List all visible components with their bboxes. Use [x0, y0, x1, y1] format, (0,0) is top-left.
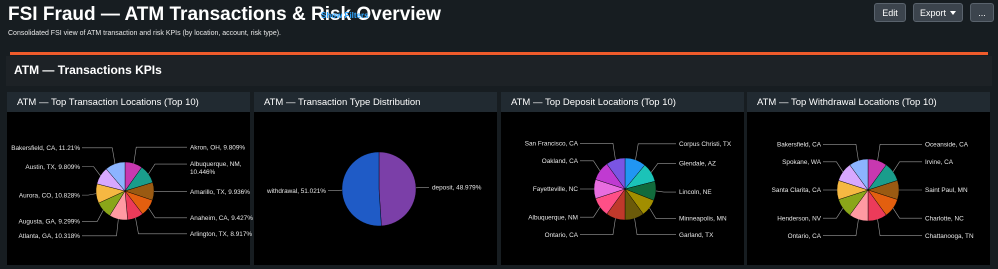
- page-title: FSI Fraud — ATM Transactions & Risk Over…: [8, 4, 441, 25]
- pie-chart-deposit-locations: Corpus Christi, TX Glendale, AZ Lincoln, N…: [525, 141, 732, 239]
- slice-label: Augusta, GA, 9.299%: [19, 219, 81, 226]
- panel-title: ATM — Top Deposit Locations (Top 10): [511, 97, 676, 108]
- label-leader-line: [135, 217, 187, 235]
- label-leader-line: [635, 143, 676, 160]
- panel-title: ATM — Transaction Type Distribution: [264, 97, 421, 108]
- slice-label: Akron, OH, 9.809%: [190, 144, 245, 151]
- panel-header: ATM — Transaction Type Distribution: [254, 92, 497, 112]
- slice-label: Aurora, CO, 10.828%: [19, 192, 80, 199]
- label-leader-line: [823, 144, 859, 161]
- slice-label: Charlotte, NC: [925, 215, 964, 222]
- edit-button-label: Edit: [882, 7, 898, 18]
- slice-label: Garland, TX: [679, 232, 714, 239]
- slice-label: San Francisco, CA: [525, 141, 579, 148]
- export-button[interactable]: Export: [913, 3, 963, 22]
- panel-top-deposit-locations: ATM — Top Deposit Locations (Top 10) Cor…: [501, 92, 744, 265]
- slice-label: Bakersfield, CA: [777, 142, 822, 149]
- pie-slice[interactable]: [378, 151, 417, 227]
- slice-label: withdrawal, 51.021%: [266, 188, 326, 195]
- slice-label: Lincoln, NE: [679, 189, 712, 196]
- slice-label: Corpus Christi, TX: [679, 141, 732, 148]
- slice-label: deposit, 48.979%: [432, 185, 482, 192]
- slice-label: Glendale, AZ: [679, 160, 716, 167]
- label-leader-line: [580, 143, 616, 160]
- label-leader-line: [634, 218, 676, 235]
- label-leader-line: [82, 193, 97, 196]
- label-leader-line: [892, 208, 922, 219]
- panel-header: ATM — Top Withdrawal Locations (Top 10): [747, 92, 990, 112]
- panel-top-transaction-locations: ATM — Top Transaction Locations (Top 10)…: [7, 92, 253, 265]
- slice-label: Bakersfield, CA, 11.21%: [11, 145, 80, 152]
- slice-label: Atlanta, GA, 10.318%: [19, 233, 81, 240]
- slice-label: Austin, TX, 9.809%: [25, 164, 80, 171]
- slice-label: Arlington, TX, 8.917%: [190, 231, 252, 238]
- slice-label: Ontario, CA: [788, 233, 822, 240]
- accent-divider: [10, 52, 988, 55]
- pie-chart-transaction-locations: Akron, OH, 9.809% Albuquerque, NM, 10.446%…: [11, 144, 253, 240]
- panel-top-withdrawal-locations: ATM — Top Withdrawal Locations (Top 10) …: [747, 92, 990, 265]
- slice-label: Santa Clarita, CA: [772, 187, 822, 194]
- section-title: ATM — Transactions KPIs: [14, 63, 162, 77]
- slice-label: Henderson, NV: [777, 215, 821, 222]
- label-leader-line: [148, 163, 187, 175]
- more-actions-button[interactable]: ...: [970, 3, 994, 22]
- caret-down-icon: [950, 10, 956, 15]
- slice-label: Saint Paul, MN: [925, 187, 968, 194]
- label-leader-line: [823, 219, 859, 236]
- label-leader-line: [148, 207, 187, 219]
- section-header: ATM — Transactions KPIs: [6, 56, 992, 86]
- label-leader-line: [580, 160, 601, 171]
- page-subtitle: Consolidated FSI view of ATM transaction…: [8, 30, 281, 37]
- panel-title: ATM — Top Withdrawal Locations (Top 10): [757, 97, 937, 108]
- panel-header: ATM — Top Transaction Locations (Top 10): [7, 92, 250, 112]
- label-leader-line: [823, 161, 844, 172]
- slice-label: Irvine, CA: [925, 159, 954, 166]
- pie-chart-transaction-type: deposit, 48.979% withdrawal, 51.021%: [266, 151, 482, 227]
- pie-chart-withdrawal-locations: Oceanside, CA Irvine, CA Saint Paul, MN Cha…: [772, 142, 974, 240]
- label-leader-line: [650, 162, 676, 173]
- slice-label: Amarillo, TX, 9.936%: [190, 189, 250, 196]
- label-leader-line: [82, 166, 101, 176]
- slice-label: Albuquerque, NM, 10.446%: [190, 161, 242, 176]
- slice-label: Fayetteville, NC: [533, 186, 578, 193]
- label-leader-line: [649, 207, 676, 219]
- label-leader-line: [580, 207, 601, 218]
- slice-label: Spokane, WA: [782, 159, 822, 166]
- label-leader-line: [823, 208, 844, 219]
- slice-label: Anaheim, CA, 9.427%: [190, 215, 253, 222]
- more-actions-label: ...: [978, 7, 986, 18]
- label-leader-line: [892, 161, 922, 172]
- pie-slice[interactable]: [341, 151, 382, 227]
- slice-label: Ontario, CA: [545, 232, 579, 239]
- label-leader-line: [655, 190, 676, 193]
- panel-title: ATM — Top Transaction Locations (Top 10): [17, 97, 199, 108]
- label-leader-line: [580, 218, 616, 235]
- label-leader-line: [133, 146, 187, 164]
- label-leader-line: [877, 144, 922, 161]
- show-filters-link[interactable]: Show Filters: [321, 11, 369, 20]
- slice-label: Chattanooga, TN: [925, 233, 974, 240]
- slice-label: Albuquerque, NM: [528, 214, 578, 221]
- label-leader-line: [82, 210, 104, 222]
- dashboard-header: FSI Fraud — ATM Transactions & Risk Over…: [0, 0, 998, 48]
- panel-header: ATM — Top Deposit Locations (Top 10): [501, 92, 744, 112]
- slice-label: Oceanside, CA: [925, 142, 969, 149]
- edit-button[interactable]: Edit: [874, 3, 906, 22]
- slice-label: Oakland, CA: [542, 158, 579, 165]
- slice-label: Minneapolis, MN: [679, 216, 727, 223]
- label-leader-line: [82, 147, 116, 164]
- export-button-label: Export: [919, 7, 946, 18]
- panel-transaction-type-distribution: ATM — Transaction Type Distribution depo…: [254, 92, 497, 265]
- label-leader-line: [877, 219, 922, 236]
